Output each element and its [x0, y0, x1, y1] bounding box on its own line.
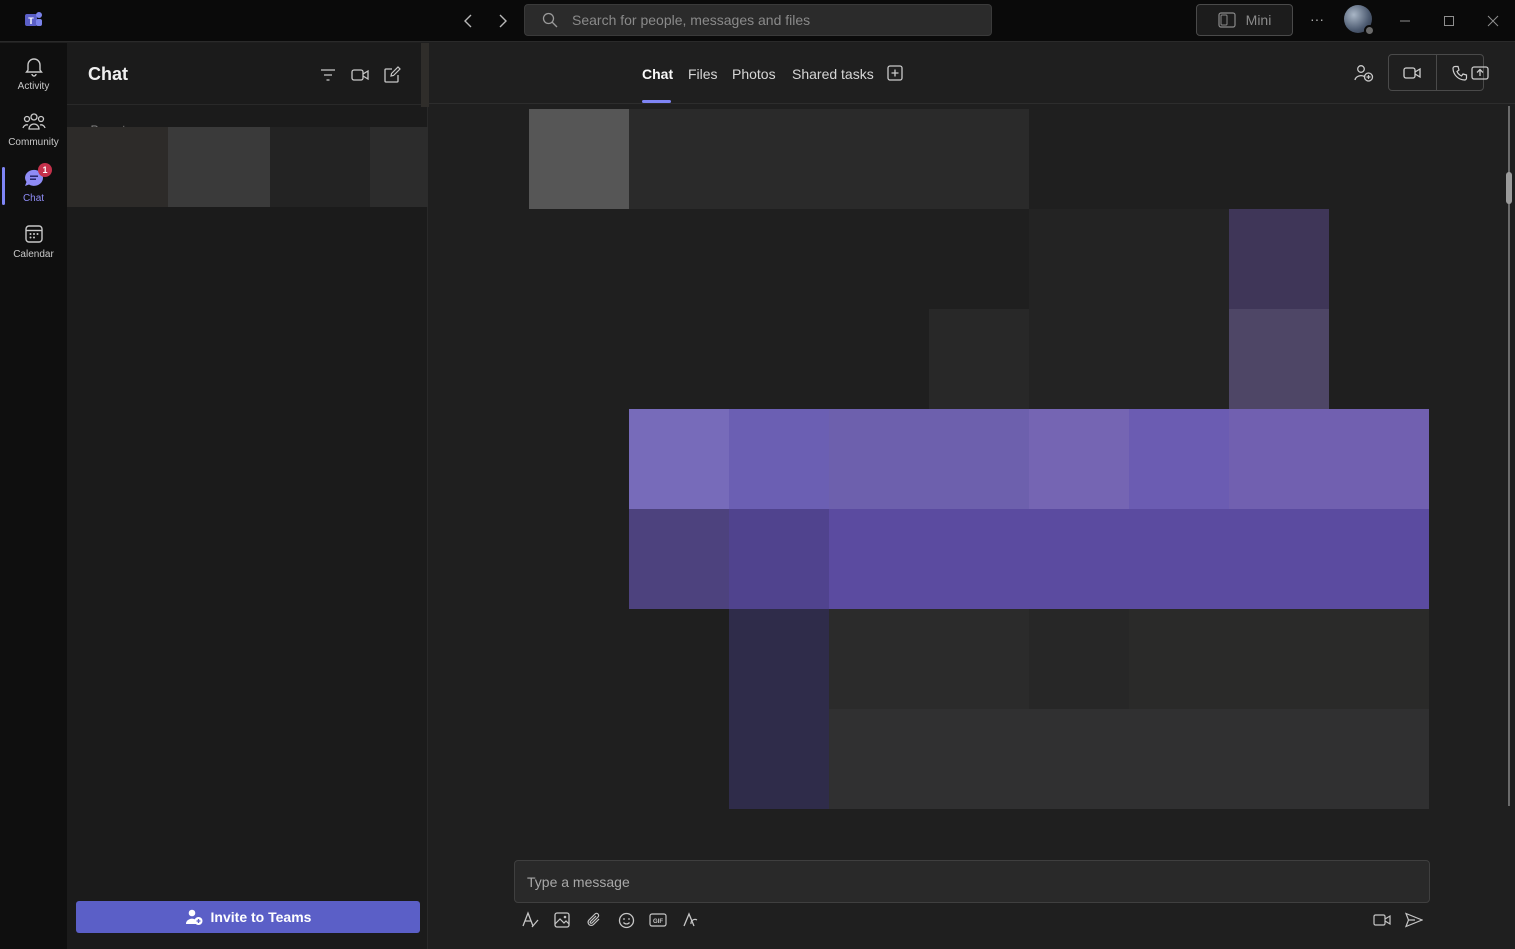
add-people-icon[interactable] — [1353, 62, 1375, 84]
mini-window-icon — [1218, 12, 1236, 28]
redacted-message-block — [829, 409, 1029, 509]
svg-text:T: T — [28, 16, 34, 26]
teams-logo-icon: T — [22, 9, 46, 33]
redacted-message-block — [729, 409, 829, 509]
scrollbar-track — [1508, 106, 1510, 806]
more-horizontal-icon[interactable]: ··· — [1306, 10, 1328, 32]
redacted-chat-item[interactable] — [270, 127, 370, 207]
invite-button-label: Invite to Teams — [210, 909, 312, 925]
redacted-message-block — [1129, 609, 1429, 709]
tab-photos[interactable]: Photos — [732, 66, 776, 82]
message-scrollbar[interactable] — [1505, 106, 1513, 806]
add-tab-icon[interactable] — [886, 62, 904, 84]
redacted-message-block — [1029, 609, 1129, 709]
active-tab-indicator — [642, 100, 671, 103]
community-icon — [21, 112, 46, 130]
app-rail: Activity Community 1 Chat Calendar — [0, 43, 67, 949]
redacted-message-block — [829, 609, 1029, 709]
share-screen-icon[interactable] — [1469, 62, 1491, 84]
bell-icon — [24, 57, 43, 77]
tab-shared-tasks[interactable]: Shared tasks — [792, 66, 874, 82]
rail-item-activity[interactable]: Activity — [0, 45, 67, 101]
compose-placeholder: Type a message — [527, 873, 630, 890]
rail-label-chat: Chat — [22, 192, 45, 204]
meet-now-icon[interactable] — [350, 65, 370, 85]
rail-label-community: Community — [8, 136, 59, 148]
mini-button[interactable]: Mini — [1196, 4, 1293, 36]
redacted-message-block — [1229, 409, 1429, 509]
tab-files[interactable]: Files — [688, 66, 718, 82]
title-bar: T Search for people, messages and files … — [0, 0, 1515, 42]
format-icon[interactable] — [520, 910, 540, 930]
divider — [67, 104, 428, 105]
rail-label-calendar: Calendar — [13, 248, 54, 260]
scrollbar-thumb[interactable] — [1506, 172, 1512, 204]
redacted-message-block — [829, 709, 1429, 809]
attach-icon[interactable] — [584, 910, 604, 930]
tab-chat[interactable]: Chat — [642, 66, 673, 82]
maximize-icon[interactable] — [1438, 10, 1460, 32]
redacted-chat-item[interactable] — [168, 127, 270, 207]
redacted-message-block — [729, 609, 829, 809]
chat-list-title: Chat — [88, 64, 128, 84]
new-chat-icon[interactable] — [382, 65, 402, 85]
schedule-send-icon[interactable] — [1372, 910, 1392, 930]
redacted-chat-item[interactable] — [370, 127, 428, 207]
redacted-message-block — [1029, 409, 1129, 509]
redacted-message-block — [629, 409, 729, 509]
calendar-icon — [24, 224, 43, 243]
add-person-icon — [185, 909, 203, 925]
redacted-chat-item[interactable] — [67, 127, 168, 207]
filter-icon[interactable] — [318, 65, 338, 85]
loop-component-icon[interactable] — [680, 910, 700, 930]
gif-icon[interactable]: GIF — [648, 910, 668, 930]
back-arrow-icon[interactable] — [458, 10, 480, 32]
send-icon[interactable] — [1404, 910, 1424, 930]
redacted-message-block — [829, 509, 1429, 609]
close-icon[interactable] — [1482, 10, 1504, 32]
rail-item-community[interactable]: Community — [0, 101, 67, 157]
redacted-message-block — [929, 309, 1029, 409]
invite-to-teams-button[interactable]: Invite to Teams — [76, 901, 420, 933]
unread-badge: 1 — [38, 163, 52, 177]
chat-header: Chat Files Photos Shared tasks — [429, 43, 1515, 104]
redacted-message-block — [629, 109, 1029, 209]
minimize-icon[interactable] — [1394, 10, 1416, 32]
search-placeholder: Search for people, messages and files — [572, 12, 811, 28]
image-icon[interactable] — [552, 910, 572, 930]
video-call-icon[interactable] — [1389, 55, 1436, 90]
chat-list-panel: Chat ▾ Recent Invite to Teams — [67, 43, 428, 949]
redacted-message-block — [1229, 309, 1329, 409]
emoji-icon[interactable] — [616, 910, 636, 930]
redacted-message-block — [529, 109, 629, 209]
search-input[interactable]: Search for people, messages and files — [524, 4, 992, 36]
redacted-message-block — [1029, 209, 1229, 409]
redacted-message-block — [1129, 409, 1229, 509]
svg-text:GIF: GIF — [653, 919, 663, 925]
forward-arrow-icon[interactable] — [491, 10, 513, 32]
mini-button-label: Mini — [1245, 12, 1272, 28]
presence-status-icon — [1364, 25, 1375, 36]
message-compose-box[interactable]: Type a message — [514, 860, 1430, 903]
rail-item-chat[interactable]: 1 Chat — [0, 157, 67, 213]
rail-label-activity: Activity — [17, 80, 50, 92]
redacted-message-block — [1229, 209, 1329, 309]
redacted-message-block — [629, 509, 729, 609]
chat-main: Chat Files Photos Shared tasks Type a me… — [429, 43, 1515, 949]
avatar[interactable] — [1344, 5, 1375, 36]
rail-item-calendar[interactable]: Calendar — [0, 213, 67, 269]
search-icon — [542, 12, 558, 28]
redacted-message-block — [729, 509, 829, 609]
